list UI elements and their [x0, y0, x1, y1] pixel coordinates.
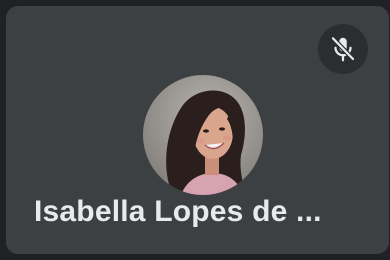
- participant-name: Isabella Lopes de ...: [34, 195, 322, 228]
- mic-off-icon: [330, 36, 356, 62]
- mic-status-button[interactable]: [318, 24, 368, 74]
- participant-tile[interactable]: Isabella Lopes de ...: [6, 6, 389, 254]
- avatar: [143, 75, 263, 195]
- avatar-photo: [143, 75, 263, 195]
